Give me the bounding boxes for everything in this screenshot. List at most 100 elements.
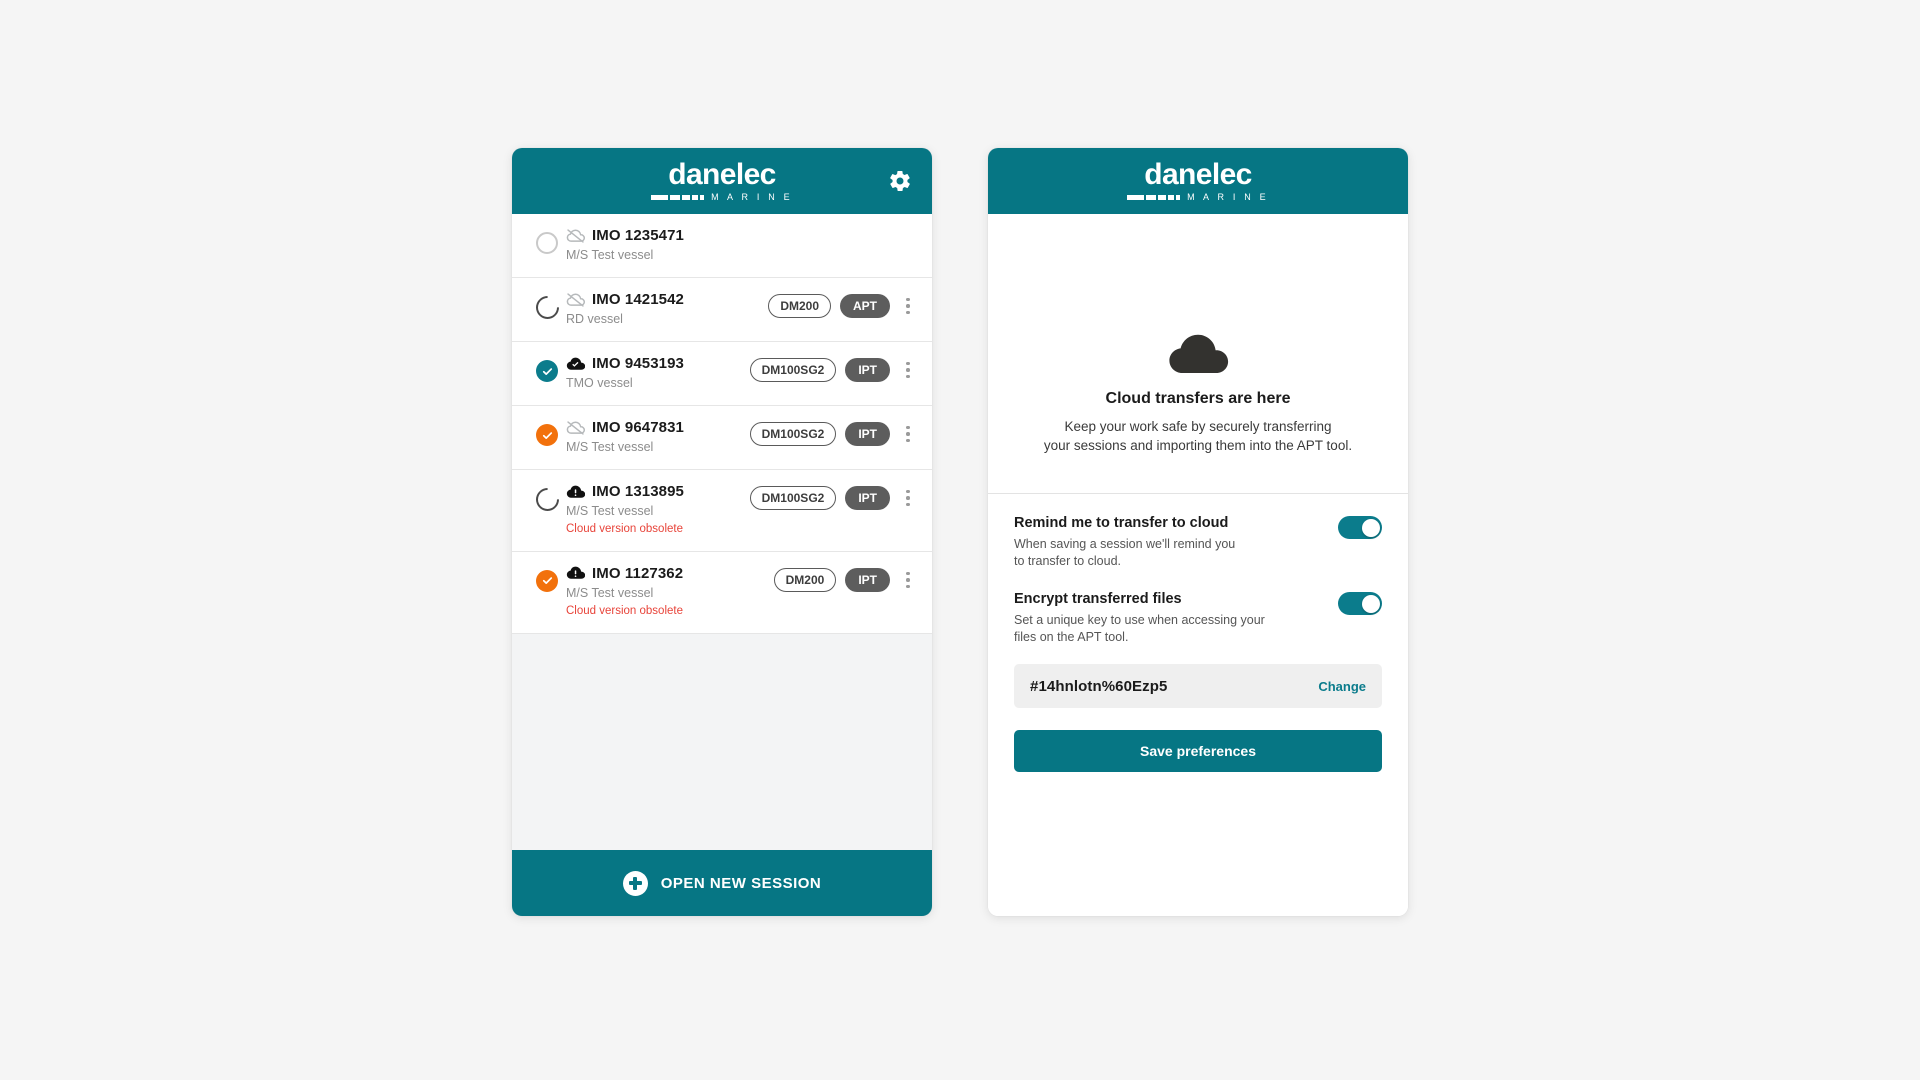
row-tags: DM200 IPT (773, 566, 916, 592)
preference-description-line2: to transfer to cloud. (1014, 554, 1122, 569)
cloud-alert-icon (566, 566, 585, 580)
row-status[interactable] (532, 420, 562, 446)
encrypt-files-toggle[interactable] (1338, 592, 1382, 616)
transfer-type-tag[interactable]: IPT (845, 422, 890, 446)
preferences-spacer (988, 772, 1408, 916)
hero-subtitle: Keep your work safe by securely transfer… (1014, 417, 1382, 455)
cloud-offline-icon (566, 228, 585, 243)
cloud-icon (1014, 332, 1382, 376)
preference-remind-transfer: Remind me to transfer to cloud When savi… (1014, 494, 1382, 570)
row-vessel-name: M/S Test vessel (566, 248, 654, 262)
row-overflow-menu-icon[interactable] (900, 359, 916, 381)
row-vessel-name: M/S Test vessel (566, 504, 654, 518)
row-details: IMO 1127362 M/S Test vessel Cloud version … (562, 566, 774, 619)
row-title-line: IMO 1313895 (566, 484, 750, 499)
row-status[interactable] (532, 228, 562, 254)
row-imo-number: IMO 1421542 (592, 291, 684, 308)
toggle-knob (1361, 518, 1380, 537)
status-done-icon (536, 360, 558, 382)
row-title-line: IMO 1421542 (566, 292, 768, 307)
row-title-line: IMO 9453193 (566, 356, 750, 371)
row-vessel-name: M/S Test vessel (566, 585, 654, 600)
transfer-type-tag[interactable]: IPT (845, 486, 890, 510)
row-overflow-menu-icon[interactable] (900, 487, 916, 509)
danelec-logo: danelec M A R I N E (1127, 160, 1269, 202)
row-status[interactable] (532, 566, 562, 592)
list-empty-area (512, 633, 932, 850)
preference-text: Remind me to transfer to cloud When savi… (1014, 514, 1324, 570)
row-title-line: IMO 1235471 (566, 228, 916, 243)
toggle-knob (1361, 594, 1380, 613)
status-idle-icon (536, 232, 558, 254)
save-preferences-button[interactable]: Save preferences (1014, 730, 1382, 773)
row-overflow-menu-icon[interactable] (900, 423, 916, 445)
row-warning-text: Cloud version obsolete (566, 523, 683, 535)
remind-transfer-toggle[interactable] (1338, 516, 1382, 540)
status-loading-icon (530, 291, 564, 324)
open-new-session-button[interactable]: OPEN NEW SESSION (512, 850, 932, 916)
device-model-tag[interactable]: DM100SG2 (749, 422, 837, 446)
status-loading-icon (530, 483, 564, 516)
cloud-done-icon (566, 357, 585, 371)
session-row[interactable]: IMO 1127362 M/S Test vessel Cloud version … (512, 551, 932, 634)
row-details: IMO 9453193 TMO vessel (562, 356, 750, 391)
transfer-type-tag[interactable]: IPT (845, 567, 890, 592)
preference-encrypt-files: Encrypt transferred files Set a unique k… (1014, 570, 1382, 646)
preferences-header: danelec M A R I N E (988, 148, 1408, 214)
device-model-tag[interactable]: DM100SG2 (749, 486, 837, 510)
preference-items: Remind me to transfer to cloud When savi… (988, 494, 1408, 646)
logo-wordmark: danelec (668, 158, 776, 191)
hero-subtitle-line1: Keep your work safe by securely transfer… (1064, 419, 1332, 434)
session-row[interactable]: IMO 1421542 RD vessel DM200 APT (512, 278, 932, 342)
logo-dashes (651, 195, 705, 200)
row-details: IMO 1235471 M/S Test vessel (562, 228, 916, 263)
device-model-tag[interactable]: DM200 (773, 567, 837, 592)
transfer-type-tag[interactable]: APT (840, 294, 890, 318)
session-row[interactable]: IMO 1235471 M/S Test vessel (512, 214, 932, 278)
logo-dashes (1127, 195, 1181, 200)
session-row[interactable]: IMO 9453193 TMO vessel DM100SG2 IPT (512, 342, 932, 406)
device-model-tag[interactable]: DM200 (768, 294, 831, 318)
row-imo-number: IMO 1235471 (592, 227, 684, 244)
hero-subtitle-line2: your sessions and importing them into th… (1043, 438, 1353, 454)
status-pending-icon (536, 424, 558, 446)
transfer-type-tag[interactable]: IPT (845, 358, 890, 382)
preference-description: When saving a session we'll remind you t… (1014, 536, 1324, 570)
row-imo-number: IMO 1127362 (592, 564, 684, 582)
row-status[interactable] (530, 483, 564, 516)
encryption-key-value: #14hnlotn%60Ezp5 (1030, 677, 1168, 695)
row-tags: DM100SG2 IPT (749, 420, 916, 446)
row-imo-number: IMO 9453193 (592, 355, 684, 372)
row-overflow-menu-icon[interactable] (900, 569, 916, 591)
row-tags: DM100SG2 IPT (749, 484, 916, 510)
row-title-line: IMO 1127362 (566, 566, 774, 581)
preference-title: Encrypt transferred files (1014, 591, 1182, 608)
device-model-tag[interactable]: DM100SG2 (749, 358, 837, 382)
preference-description-line1: Set a unique key to use when accessing y… (1014, 613, 1265, 628)
row-status[interactable] (532, 356, 562, 382)
gear-icon[interactable] (886, 167, 914, 195)
change-key-link[interactable]: Change (1318, 679, 1366, 694)
cloud-alert-icon (566, 485, 585, 499)
logo-subline: M A R I N E (1127, 193, 1269, 202)
preference-description-line2: files on the APT tool. (1014, 630, 1129, 645)
row-warning-text: Cloud version obsolete (566, 604, 683, 617)
row-details: IMO 9647831 M/S Test vessel (562, 420, 750, 455)
screen: danelec M A R I N E IMO 1235471 M/S Test … (0, 0, 1920, 1080)
logo-marine-text: M A R I N E (1187, 192, 1269, 202)
session-row[interactable]: IMO 9647831 M/S Test vessel DM100SG2 IPT (512, 406, 932, 470)
preference-description: Set a unique key to use when accessing y… (1014, 612, 1324, 646)
encryption-key-field[interactable]: #14hnlotn%60Ezp5 Change (1014, 664, 1382, 709)
preference-title: Remind me to transfer to cloud (1014, 515, 1229, 532)
row-vessel-name: TMO vessel (566, 376, 633, 390)
preference-description-line1: When saving a session we'll remind you (1014, 537, 1236, 552)
plus-circle-icon (622, 870, 648, 896)
danelec-logo: danelec M A R I N E (651, 160, 793, 202)
session-row[interactable]: IMO 1313895 M/S Test vessel Cloud version … (512, 470, 932, 552)
session-list: IMO 1235471 M/S Test vessel IMO 1421542 RD … (512, 214, 932, 634)
row-imo-number: IMO 1313895 (592, 483, 684, 500)
row-overflow-menu-icon[interactable] (900, 295, 916, 317)
row-details: IMO 1313895 M/S Test vessel Cloud version … (562, 484, 750, 537)
row-imo-number: IMO 9647831 (592, 419, 684, 436)
row-status[interactable] (530, 291, 564, 324)
